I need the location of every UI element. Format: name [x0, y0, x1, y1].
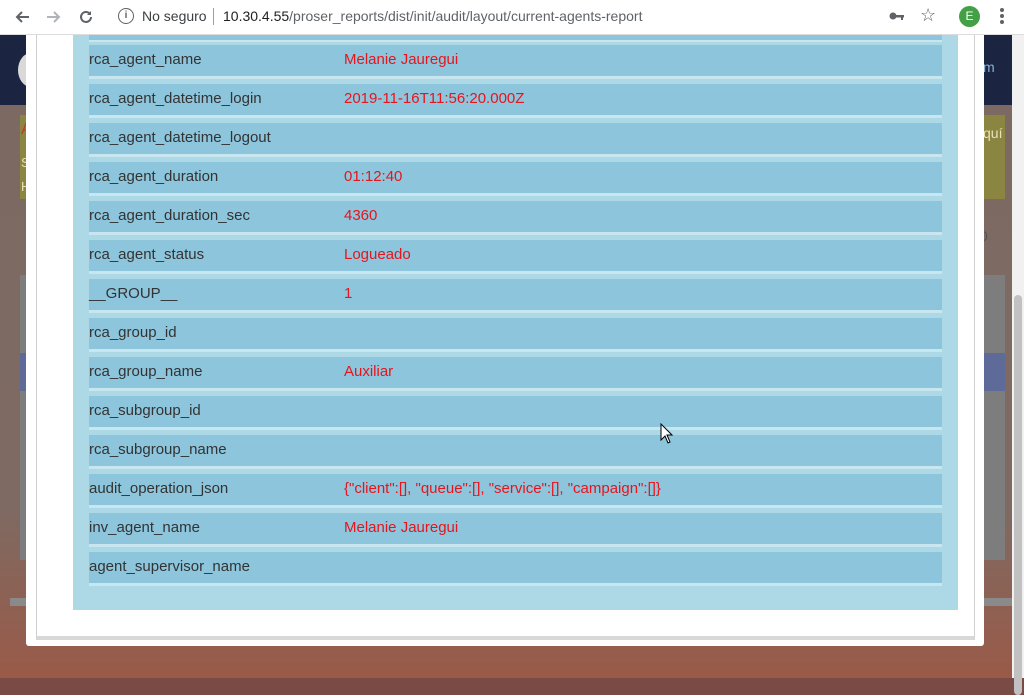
field-key: rca_agent_duration — [89, 168, 219, 185]
detail-row: rca_agent_datetime_logout — [89, 123, 942, 157]
field-key: rca_group_id — [89, 324, 177, 341]
omnibox-divider — [213, 8, 214, 25]
key-icon[interactable] — [888, 7, 906, 30]
page-scrollbar[interactable] — [1012, 35, 1024, 695]
info-icon[interactable]: i — [118, 8, 134, 24]
field-value: 01:12:40 — [344, 168, 403, 185]
browser-menu-icon[interactable] — [996, 6, 1008, 28]
url-path: /proser_reports/dist/init/audit/layout/c… — [289, 8, 643, 24]
field-value: 1 — [344, 285, 353, 302]
detail-row: rca_agent_datetime_login 2019-11-16T11:56… — [89, 84, 942, 118]
field-key: rca_agent_duration_sec — [89, 207, 250, 224]
scrollbar-thumb[interactable] — [1014, 295, 1022, 695]
browser-toolbar: i No seguro 10.30.4.55/proser_reports/di… — [0, 0, 1024, 35]
field-value: Auxiliar — [344, 363, 394, 380]
field-key: rca_subgroup_id — [89, 402, 201, 419]
detail-row: __GROUP__ 1 — [89, 279, 942, 313]
detail-row: rca_agent_duration_sec 4360 — [89, 201, 942, 235]
field-value: Melanie Jauregui — [344, 519, 459, 536]
detail-row: rca_group_name Auxiliar — [89, 357, 942, 391]
detail-row: inv_agent_name Melanie Jauregui — [89, 513, 942, 547]
field-key: rca_subgroup_name — [89, 441, 227, 458]
field-value: Melanie Jauregui — [344, 51, 459, 68]
field-key: rca_agent_status — [89, 246, 205, 263]
security-label[interactable]: No seguro — [142, 8, 207, 24]
field-key: __GROUP__ — [89, 285, 178, 302]
profile-avatar[interactable]: E — [959, 6, 980, 27]
reload-icon[interactable] — [74, 5, 98, 29]
detail-row: rca_subgroup_name — [89, 435, 942, 469]
field-value: 2019-11-16T11:56:20.000Z — [344, 90, 525, 107]
field-value: 4360 — [344, 207, 378, 224]
field-value: {"client":[], "queue":[], "service":[], … — [344, 480, 661, 497]
detail-row: rca_group_id — [89, 318, 942, 352]
agent-detail-modal: rca_agent_name Melanie Jauregui rca_agent_… — [26, 35, 984, 646]
bg-header-text: m — [983, 59, 995, 75]
url-host: 10.30.4.55 — [223, 8, 290, 24]
detail-row: rca_agent_name Melanie Jauregui — [89, 45, 942, 79]
field-key: audit_operation_json — [89, 480, 229, 497]
detail-row: agent_supervisor_name — [89, 552, 942, 586]
address-bar[interactable]: 10.30.4.55/proser_reports/dist/init/audi… — [223, 8, 642, 24]
detail-row: rca_agent_duration 01:12:40 — [89, 162, 942, 196]
field-key: rca_group_name — [89, 363, 203, 380]
forward-icon[interactable] — [42, 5, 66, 29]
field-key: inv_agent_name — [89, 519, 200, 536]
mouse-cursor-icon — [660, 422, 674, 450]
modal-body: rca_agent_name Melanie Jauregui rca_agent_… — [36, 35, 975, 640]
row-partial-top — [89, 35, 942, 42]
field-value: Logueado — [344, 246, 411, 263]
field-key: rca_agent_name — [89, 51, 202, 68]
detail-panel: rca_agent_name Melanie Jauregui rca_agent_… — [73, 35, 958, 610]
bookmark-star-icon[interactable]: ☆ — [920, 5, 936, 26]
detail-row: rca_subgroup_id — [89, 396, 942, 430]
detail-row: rca_agent_status Logueado — [89, 240, 942, 274]
bg-alert-link-text: quí — [983, 125, 1003, 141]
field-key: rca_agent_datetime_logout — [89, 129, 271, 146]
detail-row: audit_operation_json {"client":[], "queue… — [89, 474, 942, 508]
field-key: agent_supervisor_name — [89, 558, 250, 575]
field-key: rca_agent_datetime_login — [89, 90, 262, 107]
back-icon[interactable] — [10, 5, 34, 29]
